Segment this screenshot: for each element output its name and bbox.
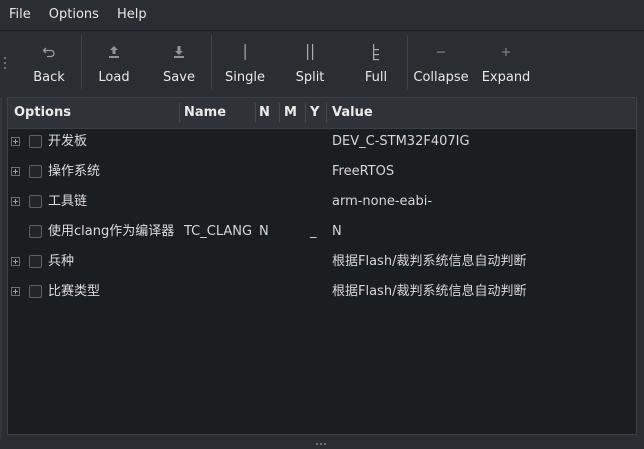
option-label: 比赛类型 xyxy=(48,284,101,299)
expand-toggle-icon[interactable] xyxy=(11,137,20,146)
toolbar: Back Load Save Single Split Full Collaps… xyxy=(0,30,644,94)
menu-file[interactable]: File xyxy=(0,0,40,30)
option-value[interactable]: arm-none-eabi- xyxy=(332,187,432,217)
expand-button-label: Expand xyxy=(481,70,531,85)
back-button[interactable]: Back xyxy=(26,31,72,93)
option-checkbox[interactable] xyxy=(29,195,42,208)
column-separator[interactable] xyxy=(305,103,306,123)
option-checkbox[interactable] xyxy=(29,135,42,148)
option-n[interactable]: N xyxy=(259,217,269,247)
menu-help[interactable]: Help xyxy=(108,0,156,30)
column-header-n[interactable]: N xyxy=(259,98,270,128)
option-checkbox[interactable] xyxy=(29,255,42,268)
double-bar-icon xyxy=(304,41,316,63)
split-view-button[interactable]: Split xyxy=(288,31,332,93)
load-button[interactable]: Load xyxy=(92,31,136,93)
tree-row[interactable]: 比赛类型 根据Flash/裁判系统信息自动判断 xyxy=(8,277,636,307)
load-button-label: Load xyxy=(98,70,130,85)
tree-row[interactable]: 开发板 DEV_C-STM32F407IG xyxy=(8,127,636,157)
full-view-label: Full xyxy=(364,70,388,85)
tree-header: Options Name N M Y Value xyxy=(8,98,636,129)
menu-options[interactable]: Options xyxy=(40,0,108,30)
options-tree-view[interactable]: Options Name N M Y Value 开发板 DEV_C-STM32… xyxy=(7,97,637,435)
option-value[interactable]: 根据Flash/裁判系统信息自动判断 xyxy=(332,247,526,277)
toolbar-separator xyxy=(81,35,82,89)
collapse-button[interactable]: Collapse xyxy=(413,31,469,93)
column-header-options[interactable]: Options xyxy=(14,98,71,128)
resize-handle[interactable] xyxy=(316,434,330,445)
column-separator[interactable] xyxy=(255,103,256,123)
single-bar-icon xyxy=(240,41,250,63)
upload-arrow-icon xyxy=(107,41,121,63)
undo-arrow-icon xyxy=(42,41,56,63)
column-header-name[interactable]: Name xyxy=(184,98,226,128)
save-button[interactable]: Save xyxy=(157,31,201,93)
single-view-button[interactable]: Single xyxy=(222,31,268,93)
expand-button[interactable]: Expand xyxy=(481,31,531,93)
tree-row[interactable]: 使用clang作为编译器 TC_CLANG N _ N xyxy=(8,217,636,247)
tree-row[interactable]: 操作系统 FreeRTOS xyxy=(8,157,636,187)
single-view-label: Single xyxy=(225,70,265,85)
tree-row[interactable]: 兵种 根据Flash/裁判系统信息自动判断 xyxy=(8,247,636,277)
column-separator[interactable] xyxy=(179,103,180,123)
expand-toggle-icon[interactable] xyxy=(11,287,20,296)
back-button-label: Back xyxy=(33,70,65,85)
toolbar-separator xyxy=(211,35,212,89)
option-label: 兵种 xyxy=(48,254,75,269)
expand-toggle-icon[interactable] xyxy=(11,197,20,206)
tree-row[interactable]: 工具链 arm-none-eabi- xyxy=(8,187,636,217)
download-arrow-icon xyxy=(172,41,186,63)
expand-toggle-icon[interactable] xyxy=(11,257,20,266)
option-value[interactable]: N xyxy=(332,217,342,247)
option-label: 操作系统 xyxy=(48,164,101,179)
option-label: 工具链 xyxy=(48,194,88,209)
column-separator[interactable] xyxy=(326,103,327,123)
option-checkbox[interactable] xyxy=(29,225,42,238)
tree-bar-icon xyxy=(370,41,382,63)
plus-icon xyxy=(500,41,512,63)
full-view-button[interactable]: Full xyxy=(355,31,397,93)
menu-bar: File Options Help xyxy=(0,0,644,30)
split-view-label: Split xyxy=(295,70,325,85)
option-value[interactable]: FreeRTOS xyxy=(332,157,394,187)
option-name: TC_CLANG xyxy=(184,224,253,239)
window-edge xyxy=(0,97,2,438)
option-value[interactable]: 根据Flash/裁判系统信息自动判断 xyxy=(332,277,526,307)
option-checkbox[interactable] xyxy=(29,285,42,298)
option-label: 使用clang作为编译器 xyxy=(48,224,175,239)
option-y[interactable]: _ xyxy=(310,217,317,247)
column-header-y[interactable]: Y xyxy=(310,98,319,128)
save-button-label: Save xyxy=(163,70,195,85)
option-value[interactable]: DEV_C-STM32F407IG xyxy=(332,127,470,157)
column-separator[interactable] xyxy=(279,103,280,123)
option-label: 开发板 xyxy=(48,134,88,149)
collapse-button-label: Collapse xyxy=(413,70,469,85)
toolbar-separator xyxy=(407,35,408,89)
option-checkbox[interactable] xyxy=(29,165,42,178)
column-header-value[interactable]: Value xyxy=(332,98,373,128)
expand-toggle-icon[interactable] xyxy=(11,167,20,176)
toolbar-grip-handle[interactable] xyxy=(4,57,7,71)
column-header-m[interactable]: M xyxy=(284,98,297,128)
minus-icon xyxy=(435,41,447,63)
